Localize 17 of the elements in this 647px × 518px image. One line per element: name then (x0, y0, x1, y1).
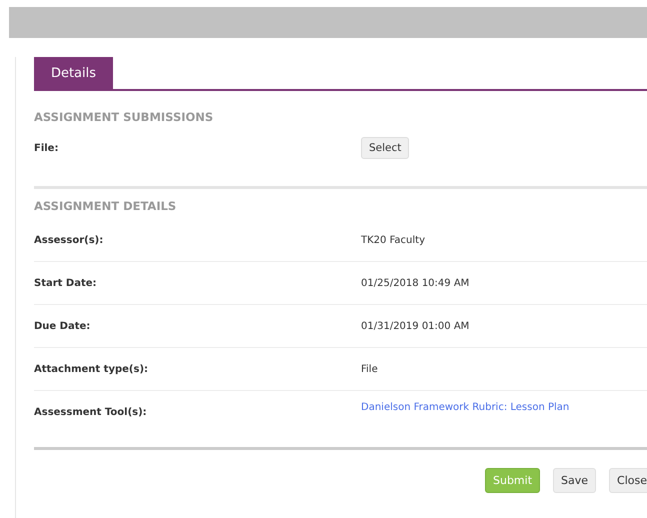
action-button[interactable]: Save (553, 468, 596, 493)
field-value: TK20 Faculty (361, 234, 426, 246)
field-label: Due Date: (34, 320, 92, 332)
field-label: Assessment Tool(s): (34, 406, 148, 418)
section-heading: ASSIGNMENT DETAILS (34, 199, 178, 215)
rubric-link[interactable]: Danielson Framework Rubric: Lesson Plan (361, 402, 647, 413)
tab[interactable]: Details (34, 57, 113, 89)
action-button[interactable]: Close (609, 468, 647, 493)
field-label: Start Date: (34, 278, 98, 288)
field-label: Assessor(s): (34, 234, 104, 246)
field-value: 01/25/2018 10:49 AM (361, 278, 470, 288)
section-heading: ASSIGNMENT SUBMISSIONS (34, 110, 214, 126)
field-label: Attachment type(s): (34, 364, 150, 374)
select-button[interactable]: Select (361, 137, 410, 159)
field-value: File (361, 364, 379, 374)
field-value: 01/31/2019 01:00 AM (361, 320, 470, 332)
field-label: File: (34, 142, 60, 154)
